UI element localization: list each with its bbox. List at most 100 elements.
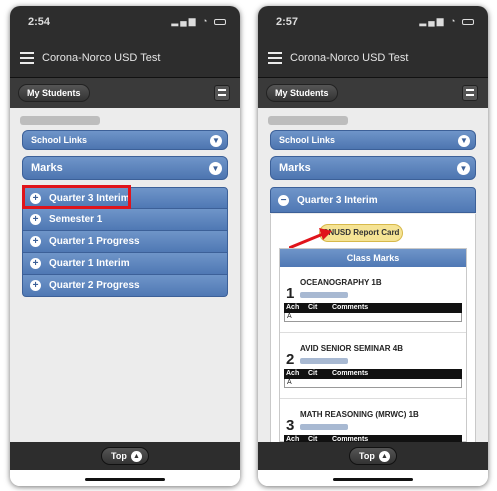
list-item-quarter-2-progress[interactable]: + Quarter 2 Progress — [22, 275, 228, 297]
app-header: Corona-Norco USD Test — [258, 40, 488, 78]
marks-label: Marks — [31, 162, 63, 174]
school-links-label: School Links — [279, 135, 336, 145]
plus-icon: + — [30, 214, 41, 225]
school-links-collapsible[interactable]: School Links ▼ — [22, 130, 228, 150]
top-button-label: Top — [111, 451, 127, 461]
comments-header: Comments — [332, 304, 369, 311]
status-bar: 2:54 ▂▄▆ ◔ — [10, 6, 240, 40]
my-students-button[interactable]: My Students — [266, 84, 338, 102]
marks-table: Ach Cit Comments A — [284, 303, 462, 322]
course-card[interactable]: 1 OCEANOGRAPHY 1B Ach Cit Comments A — [280, 267, 466, 333]
minus-icon: − — [278, 195, 289, 206]
sub-header: My Students — [10, 78, 240, 108]
chevron-down-icon: ▼ — [458, 135, 470, 147]
cit-header: Cit — [308, 436, 318, 442]
marks-table: Ach Cit Comments A — [284, 369, 462, 388]
chevron-down-icon: ▼ — [209, 162, 222, 175]
marks-collapsible[interactable]: Marks ▼ — [270, 156, 476, 180]
signal-icon: ▂▄▆ ◔ — [171, 16, 210, 26]
list-item-label: Quarter 2 Progress — [49, 280, 140, 291]
main-content: School Links ▼ Marks ▼ + Quarter 3 Inter… — [10, 108, 240, 442]
list-item-label: Quarter 1 Progress — [49, 236, 140, 247]
top-button[interactable]: Top ▲ — [101, 447, 149, 465]
cit-header: Cit — [308, 370, 318, 377]
marks-table-row: A — [284, 313, 462, 322]
red-arrow-icon — [289, 228, 332, 250]
student-name-redacted — [268, 116, 348, 125]
main-content: School Links ▼ Marks ▼ − Quarter 3 Inter… — [258, 108, 488, 442]
chevron-up-icon: ▲ — [379, 451, 390, 462]
status-time: 2:54 — [28, 16, 51, 28]
course-title: MATH REASONING (MRWC) 1B — [300, 410, 419, 419]
marks-table-header: Ach Cit Comments — [284, 435, 462, 442]
teacher-name-redacted — [300, 292, 348, 298]
course-title: AVID SENIOR SEMINAR 4B — [300, 344, 403, 353]
marks-table: Ach Cit Comments A — [284, 435, 462, 442]
course-title: OCEANOGRAPHY 1B — [300, 278, 382, 287]
list-item-label: Quarter 3 Interim — [297, 195, 378, 206]
comments-header: Comments — [332, 370, 369, 377]
my-students-button[interactable]: My Students — [18, 84, 90, 102]
student-name-redacted — [20, 116, 100, 125]
school-links-collapsible[interactable]: School Links ▼ — [270, 130, 476, 150]
course-card[interactable]: 3 MATH REASONING (MRWC) 1B Ach Cit Comme… — [280, 399, 466, 442]
app-header: Corona-Norco USD Test — [10, 40, 240, 78]
hamburger-menu-icon[interactable] — [268, 52, 282, 64]
home-indicator — [258, 470, 488, 486]
list-item-label: Semester 1 — [49, 214, 103, 225]
school-links-label: School Links — [31, 135, 88, 145]
ach-header: Ach — [286, 304, 300, 311]
hamburger-menu-icon[interactable] — [20, 52, 34, 64]
plus-icon: + — [30, 236, 41, 247]
comments-header: Comments — [332, 436, 369, 442]
teacher-name-redacted — [300, 424, 348, 430]
chevron-down-icon: ▼ — [457, 162, 470, 175]
list-item-semester-1[interactable]: + Semester 1 — [22, 209, 228, 231]
list-item-label: Quarter 1 Interim — [49, 258, 130, 269]
class-marks-section: Class Marks 1 OCEANOGRAPHY 1B Ach Cit Co… — [279, 248, 467, 442]
status-time: 2:57 — [276, 16, 299, 28]
signal-wifi-battery-icons: ▂▄▆ ◔ — [171, 16, 226, 27]
teacher-name-redacted — [300, 358, 348, 364]
plus-icon: + — [30, 258, 41, 269]
class-marks-header: Class Marks — [280, 249, 466, 267]
footer: Top ▲ — [258, 442, 488, 470]
marks-table-header: Ach Cit Comments — [284, 303, 462, 313]
chevron-down-icon: ▼ — [210, 135, 222, 147]
status-bar: 2:57 ▂▄▆ ◔ — [258, 6, 488, 40]
course-number: 1 — [286, 285, 295, 302]
quarter-3-interim-panel: CNUSD Report Card Class Marks 1 OCEANOGR… — [270, 214, 476, 442]
app-title: Corona-Norco USD Test — [290, 52, 409, 64]
top-button[interactable]: Top ▲ — [349, 447, 397, 465]
list-item-quarter-1-progress[interactable]: + Quarter 1 Progress — [22, 231, 228, 253]
sub-header: My Students — [258, 78, 488, 108]
options-menu-icon[interactable] — [214, 85, 230, 101]
cit-header: Cit — [308, 304, 318, 311]
signal-icon: ▂▄▆ ◔ — [419, 16, 458, 26]
home-indicator — [10, 470, 240, 486]
signal-wifi-battery-icons: ▂▄▆ ◔ — [419, 16, 474, 27]
battery-icon — [462, 18, 474, 25]
ach-header: Ach — [286, 436, 300, 442]
marks-table-header: Ach Cit Comments — [284, 369, 462, 379]
options-menu-icon[interactable] — [462, 85, 478, 101]
highlight-box — [22, 185, 131, 209]
marks-period-list: − Quarter 3 Interim — [270, 187, 476, 213]
list-item-quarter-1-interim[interactable]: + Quarter 1 Interim — [22, 253, 228, 275]
marks-collapsible[interactable]: Marks ▼ — [22, 156, 228, 180]
ach-header: Ach — [286, 370, 300, 377]
marks-table-row: A — [284, 379, 462, 388]
course-card[interactable]: 2 AVID SENIOR SEMINAR 4B Ach Cit Comment… — [280, 333, 466, 399]
phone-screen-right: 2:57 ▂▄▆ ◔ Corona-Norco USD Test My Stud… — [258, 6, 488, 486]
course-number: 2 — [286, 351, 295, 368]
battery-icon — [214, 18, 226, 25]
plus-icon: + — [30, 280, 41, 291]
phone-screen-left: 2:54 ▂▄▆ ◔ Corona-Norco USD Test My Stud… — [10, 6, 240, 486]
course-number: 3 — [286, 417, 295, 434]
top-button-label: Top — [359, 451, 375, 461]
footer: Top ▲ — [10, 442, 240, 470]
marks-label: Marks — [279, 162, 311, 174]
app-title: Corona-Norco USD Test — [42, 52, 161, 64]
chevron-up-icon: ▲ — [131, 451, 142, 462]
list-item-quarter-3-interim-expanded[interactable]: − Quarter 3 Interim — [270, 187, 476, 213]
